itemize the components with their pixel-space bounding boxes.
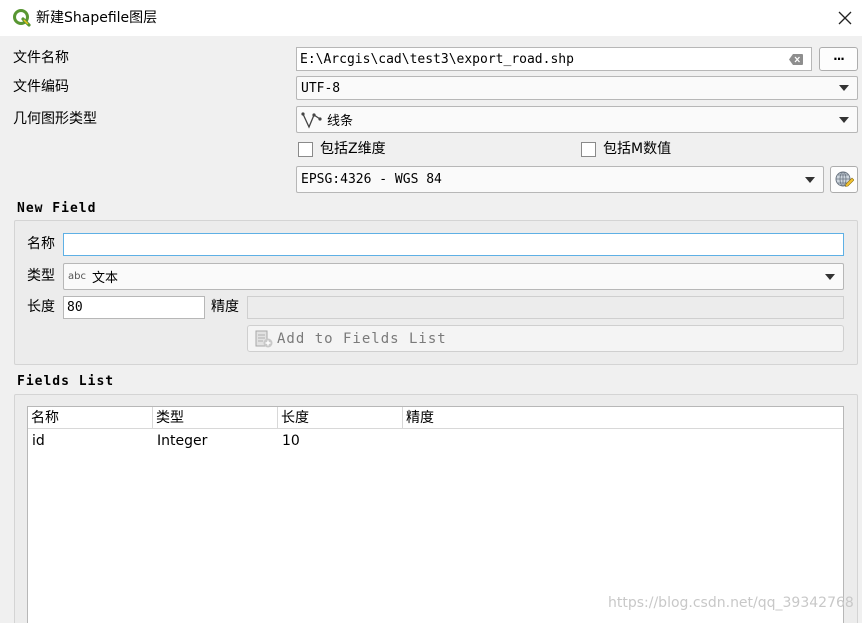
text-type-icon: abc [68,271,86,282]
file-name-label: 文件名称 [13,50,69,66]
window-title: 新建Shapefile图层 [36,10,158,26]
include-m-checkbox[interactable] [581,142,596,157]
table-cell-length: 10 [282,433,300,449]
browse-button-label: ··· [833,52,845,66]
include-z-label: 包括Z维度 [320,141,386,157]
field-type-label: 类型 [27,268,55,284]
add-to-fields-list-button[interactable]: Add to Fields List [247,325,844,352]
line-geometry-icon [301,111,322,129]
column-header-name[interactable]: 名称 [28,407,153,429]
new-field-title: New Field [17,201,97,216]
field-type-select[interactable]: abc 文本 [63,263,844,290]
geometry-type-select[interactable]: 线条 [296,106,858,133]
include-m-label: 包括M数值 [603,141,672,157]
add-to-fields-list-label: Add to Fields List [277,330,447,347]
field-length-input[interactable]: 80 [63,296,205,319]
crs-select[interactable]: EPSG:4326 - WGS 84 [296,166,824,193]
table-cell-type: Integer [157,433,208,449]
column-header-type[interactable]: 类型 [153,407,278,429]
encoding-label: 文件编码 [13,79,69,95]
geometry-type-label: 几何图形类型 [13,111,97,127]
fields-table[interactable]: 名称 类型 长度 精度 id Integer 10 [27,406,844,623]
add-field-icon [255,330,273,347]
field-type-value: 文本 [91,271,118,286]
browse-button[interactable]: ··· [819,47,858,71]
file-name-value: E:\Arcgis\cad\test3\export_road.shp [300,51,574,67]
select-crs-button[interactable] [830,166,858,193]
field-length-label: 长度 [27,299,55,315]
table-row[interactable]: id Integer 10 [28,430,843,452]
title-bar: 新建Shapefile图层 [0,0,862,36]
column-header-precision[interactable]: 精度 [403,407,843,429]
clear-icon[interactable] [789,54,803,65]
qgis-logo-icon [13,9,31,27]
field-name-label: 名称 [27,236,55,252]
watermark-text: https://blog.csdn.net/qq_39342768 [608,595,854,611]
geometry-type-value: 线条 [327,114,354,129]
chevron-down-icon [805,176,815,183]
encoding-select[interactable]: UTF-8 [296,76,858,100]
close-icon [838,11,852,25]
globe-icon [835,171,854,187]
chevron-down-icon [839,116,849,123]
field-name-input[interactable] [63,233,844,256]
chevron-down-icon [839,85,849,91]
column-header-length[interactable]: 长度 [278,407,403,429]
crs-value: EPSG:4326 - WGS 84 [301,172,442,187]
field-precision-input[interactable] [247,296,844,319]
fields-list-title: Fields List [17,374,115,389]
table-cell-name: id [32,433,45,449]
include-z-checkbox[interactable] [298,142,313,157]
encoding-value: UTF-8 [301,80,341,96]
field-length-value: 80 [67,300,83,315]
file-name-input[interactable]: E:\Arcgis\cad\test3\export_road.shp [296,47,812,71]
field-precision-label: 精度 [211,299,239,315]
chevron-down-icon [825,273,835,280]
close-button[interactable] [830,4,860,32]
